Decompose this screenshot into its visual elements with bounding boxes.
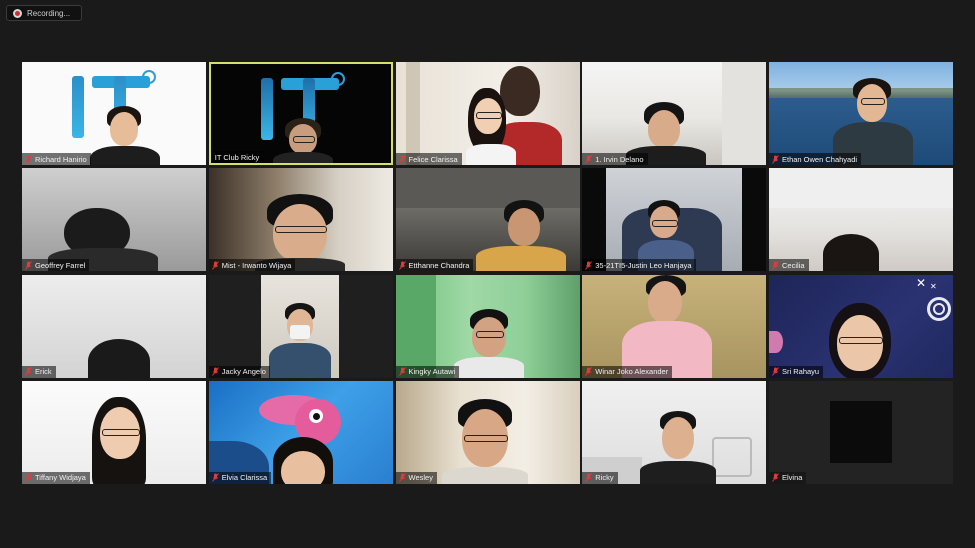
participant-name: Cecilia bbox=[782, 260, 805, 270]
participant-name-tag: Ethan Owen Chahyadi bbox=[769, 153, 862, 165]
video-tile-camera-off[interactable]: Elvina bbox=[769, 380, 953, 484]
mic-muted-icon bbox=[25, 473, 32, 483]
mic-muted-icon bbox=[211, 367, 219, 376]
participant-name: Erick bbox=[35, 367, 52, 377]
participant-name-tag: Kingky Autawi bbox=[395, 365, 460, 378]
video-tile[interactable]: Felice Clarissa bbox=[395, 62, 580, 165]
participant-name: Sri Rahayu bbox=[782, 367, 820, 377]
participant-name-tag: Tiffany Widjaya bbox=[22, 471, 90, 484]
participant-name: Geoffrey Farrel bbox=[35, 260, 86, 270]
video-tile[interactable]: Winar Joko Alexander bbox=[582, 274, 767, 378]
participant-name-tag: Mist - Irwanto Wijaya bbox=[208, 259, 296, 272]
record-icon bbox=[13, 8, 22, 18]
participant-name: Winar Joko Alexander bbox=[595, 367, 669, 377]
participant-name: Ricky bbox=[595, 473, 614, 483]
participant-name-tag: Wesley bbox=[395, 471, 437, 484]
participant-name-tag: Erick bbox=[22, 365, 56, 378]
mic-muted-icon bbox=[398, 154, 406, 164]
video-tile[interactable]: Mist - Irwanto Wijaya bbox=[208, 168, 393, 272]
participant-name: Tiffany Widjaya bbox=[35, 473, 86, 483]
mic-muted-icon bbox=[585, 261, 593, 270]
participant-name: Elvia Clarissa bbox=[221, 473, 268, 483]
mic-muted-icon bbox=[585, 367, 593, 376]
video-tile[interactable]: Geoffrey Farrel bbox=[22, 168, 206, 272]
mic-muted-icon bbox=[772, 261, 779, 270]
video-tile[interactable]: Kingky Autawi bbox=[395, 274, 580, 378]
participant-name: Kingky Autawi bbox=[408, 367, 456, 377]
participant-name: Felice Clarissa bbox=[408, 154, 458, 164]
video-tile[interactable]: ✕ ✕ Sri Rahayu bbox=[769, 274, 953, 378]
mic-muted-icon bbox=[398, 367, 406, 376]
participant-name: Wesley bbox=[408, 473, 433, 483]
video-tile-active-speaker[interactable]: IT Club Ricky bbox=[208, 62, 393, 165]
mic-muted-icon bbox=[772, 154, 779, 164]
video-tile[interactable]: Richard Hanirio bbox=[22, 62, 206, 165]
video-tile[interactable]: Wesley bbox=[395, 380, 580, 484]
close-icon: ✕ bbox=[916, 275, 927, 290]
mic-muted-icon bbox=[211, 473, 219, 483]
participant-name-tag: Geoffrey Farrel bbox=[22, 259, 90, 272]
mic-muted-icon bbox=[398, 261, 406, 270]
participant-name: Ethan Owen Chahyadi bbox=[782, 154, 858, 164]
participant-name-tag: IT Club Ricky bbox=[210, 151, 264, 163]
participant-name-tag: Elvia Clarissa bbox=[208, 471, 272, 484]
video-tile[interactable]: Cecilia bbox=[769, 168, 953, 272]
mic-muted-icon bbox=[398, 473, 406, 483]
mic-muted-icon bbox=[25, 154, 32, 164]
video-tile[interactable]: Ricky bbox=[582, 380, 767, 484]
mic-muted-icon bbox=[25, 367, 32, 376]
participant-name-tag: Ricky bbox=[582, 471, 618, 484]
participant-name: Jacky Angelo bbox=[221, 367, 266, 377]
participant-name: 1. Irvin Delano bbox=[595, 154, 644, 164]
participant-name-tag: 35-21TI5-Justin Leo Hanjaya bbox=[582, 259, 696, 272]
participant-name: Etthanne Chandra bbox=[408, 260, 470, 270]
recording-label: Recording... bbox=[27, 8, 71, 18]
participant-name-tag: Sri Rahayu bbox=[769, 365, 824, 378]
participant-name-tag: 1. Irvin Delano bbox=[582, 153, 648, 165]
mic-muted-icon bbox=[211, 261, 219, 270]
video-tile[interactable]: Ethan Owen Chahyadi bbox=[769, 62, 953, 165]
video-tile[interactable]: Elvia Clarissa bbox=[208, 380, 393, 484]
video-tile[interactable]: Tiffany Widjaya bbox=[22, 380, 206, 484]
participant-name: Mist - Irwanto Wijaya bbox=[221, 260, 292, 270]
participant-name: IT Club Ricky bbox=[214, 152, 260, 162]
avatar bbox=[830, 400, 892, 463]
mic-muted-icon bbox=[772, 367, 779, 376]
participant-name-tag: Etthanne Chandra bbox=[395, 259, 474, 272]
mic-muted-icon bbox=[772, 473, 779, 483]
participant-name-tag: Jacky Angelo bbox=[208, 365, 270, 378]
video-tile[interactable]: Jacky Angelo bbox=[208, 274, 393, 378]
video-grid: Richard Hanirio IT Club Ricky Felice Cla… bbox=[22, 62, 953, 486]
mic-muted-icon bbox=[25, 261, 32, 270]
video-tile[interactable]: Erick bbox=[22, 274, 206, 378]
recording-indicator[interactable]: Recording... bbox=[6, 5, 82, 21]
mic-muted-icon bbox=[585, 473, 593, 483]
participant-name-tag: Richard Hanirio bbox=[22, 153, 91, 165]
participant-name-tag: Winar Joko Alexander bbox=[582, 365, 673, 378]
participant-name: 35-21TI5-Justin Leo Hanjaya bbox=[595, 260, 692, 270]
participant-name-tag: Elvina bbox=[769, 471, 807, 484]
participant-name: Richard Hanirio bbox=[35, 154, 87, 164]
participant-name-tag: Cecilia bbox=[769, 259, 809, 272]
video-tile[interactable]: 35-21TI5-Justin Leo Hanjaya bbox=[582, 168, 767, 272]
video-tile[interactable]: Etthanne Chandra bbox=[395, 168, 580, 272]
mic-muted-icon bbox=[585, 154, 593, 164]
video-tile[interactable]: 1. Irvin Delano bbox=[582, 62, 767, 165]
participant-name-tag: Felice Clarissa bbox=[395, 153, 462, 165]
close-icon: ✕ bbox=[930, 281, 937, 291]
participant-name: Elvina bbox=[782, 473, 803, 483]
